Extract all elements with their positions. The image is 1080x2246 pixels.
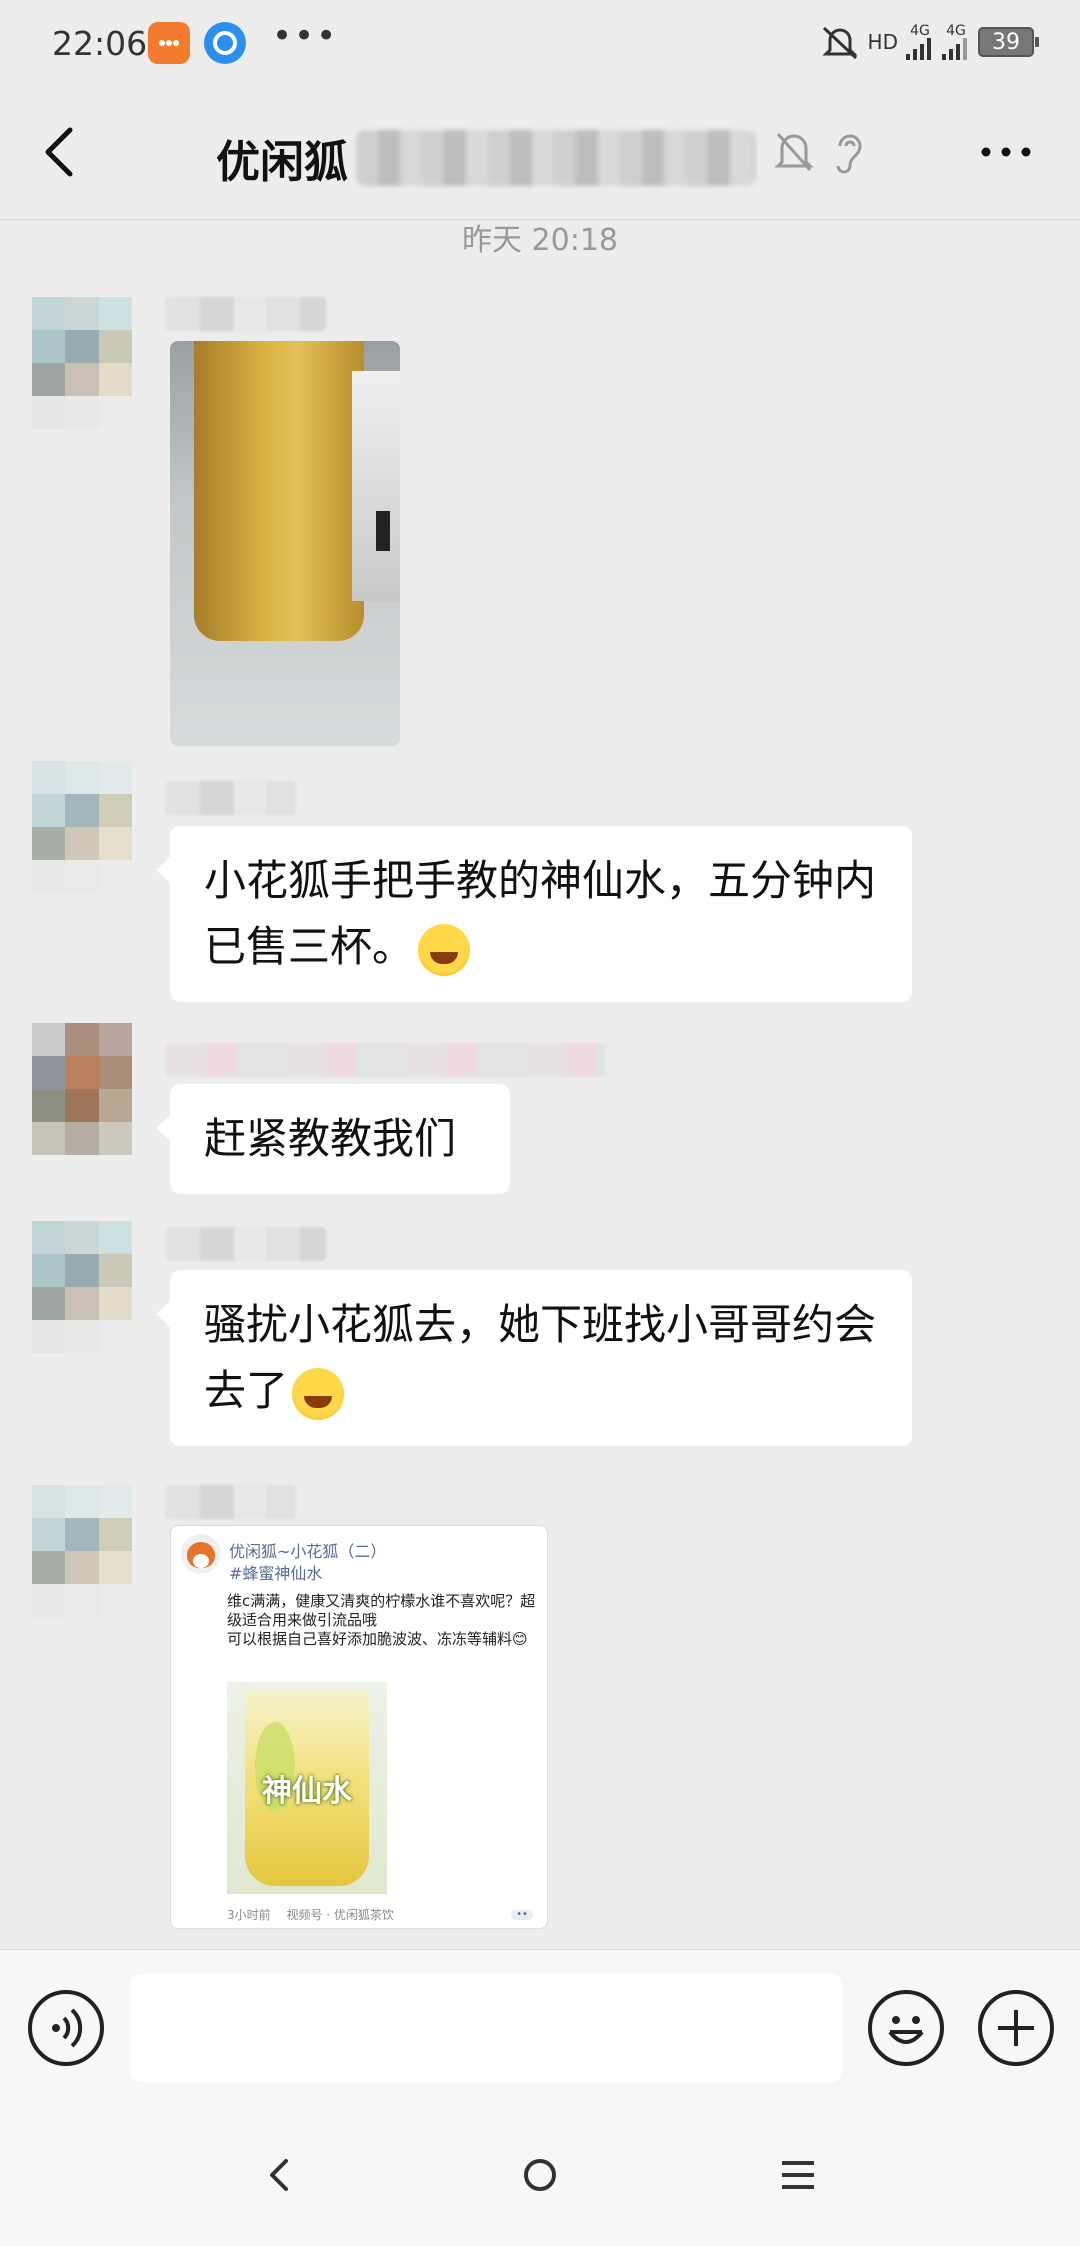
nav-menu-button[interactable] [766,2143,830,2207]
avatar[interactable] [32,1023,132,1155]
chat-area[interactable]: 昨天 20:18 小花狐手把手教的神仙水，五分钟内已售三杯。 赶紧教教我们 骚扰… [0,221,1080,1949]
signal-1: 4G [906,24,934,60]
bell-off-icon [772,128,816,176]
notification-app-icon [148,22,190,64]
card-more-icon[interactable]: •• [511,1910,533,1920]
sender-name-redacted [166,1227,326,1261]
emoji-button[interactable] [868,1990,944,2066]
status-more-dots: ••• [272,16,339,56]
message-input[interactable] [130,1974,842,2082]
image-message[interactable] [170,341,400,746]
sender-name-redacted [166,1485,296,1519]
silent-icon [821,26,858,60]
chat-header: 优闲狐 [0,92,1080,220]
message-text: 小花狐手把手教的神仙水，五分钟内已售三杯。 [204,856,877,971]
hd-label: HD [867,30,898,54]
signal-bars-icon [906,38,931,60]
nav-home-icon [524,2159,556,2191]
more-options-button[interactable] [978,132,1034,172]
nav-back-button[interactable] [248,2143,312,2207]
text-message[interactable]: 小花狐手把手教的神仙水，五分钟内已售三杯。 [156,826,912,1002]
plus-button[interactable] [978,1990,1054,2066]
card-source: 视频号 · 优闲狐茶饮 [286,1908,394,1922]
signal-2-label: 4G [946,23,966,39]
card-image-overlay: 神仙水 [262,1774,352,1809]
laugh-cry-emoji-icon [292,1367,345,1420]
status-bar: 22:06 ••• HD 4G 4G 39 [0,0,1080,92]
avatar[interactable] [32,1221,132,1353]
ear-icon [826,128,870,176]
message-text: 赶紧教教我们 [204,1114,457,1163]
sender-name-redacted [166,1043,606,1077]
sender-name-redacted [166,297,326,331]
fox-avatar-icon [181,1534,221,1574]
text-message[interactable]: 骚扰小花狐去，她下班找小哥哥约会去了 [156,1270,912,1446]
laugh-cry-emoji-icon [418,923,471,976]
nav-home-button[interactable] [508,2143,572,2207]
nav-menu-icon [782,2161,814,2189]
battery-indicator: 39 [978,27,1039,57]
chat-timestamp: 昨天 20:18 [462,223,618,258]
chevron-left-icon [45,127,73,177]
shared-video-card[interactable]: 优闲狐~小花狐（二） #蜂蜜神仙水 维c满满，健康又清爽的柠檬水谁不喜欢呢？超级… [170,1525,548,1929]
card-topic[interactable]: #蜂蜜神仙水 [229,1560,322,1584]
nav-back-icon [270,2159,288,2191]
chat-title: 优闲狐 [216,137,348,188]
emoji-icon [888,2016,924,2044]
card-time-ago: 3小时前 [227,1908,271,1922]
card-image[interactable]: 神仙水 [227,1682,387,1894]
card-footer: 3小时前 视频号 · 优闲狐茶饮 [227,1906,406,1923]
machine-shape [352,371,400,601]
avatar[interactable] [32,761,132,893]
status-indicators: HD 4G 4G 39 [820,24,1039,60]
title-redacted [356,130,756,186]
more-horizontal-icon [981,147,1031,157]
signal-1-label: 4G [910,23,930,39]
card-body: 维c满满，健康又清爽的柠檬水谁不喜欢呢？超级适合用来做引流品哦 可以根据自己喜好… [227,1592,536,1648]
signal-2: 4G [942,24,970,60]
back-button[interactable] [30,120,94,184]
text-message[interactable]: 赶紧教教我们 [156,1084,510,1194]
input-bar [0,1949,1080,2105]
signal-bars-icon [942,38,967,60]
sender-name-redacted [166,781,296,815]
status-time: 22:06 [52,24,148,63]
drink-cup [194,341,364,641]
system-nav-bar [0,2105,1080,2246]
avatar[interactable] [32,297,132,429]
avatar[interactable] [32,1485,132,1617]
voice-button[interactable] [28,1990,104,2066]
plus-icon [998,2010,1034,2046]
voice-icon [52,2008,83,2048]
card-author[interactable]: 优闲狐~小花狐（二） [229,1538,386,1562]
ring-app-icon [204,22,246,64]
